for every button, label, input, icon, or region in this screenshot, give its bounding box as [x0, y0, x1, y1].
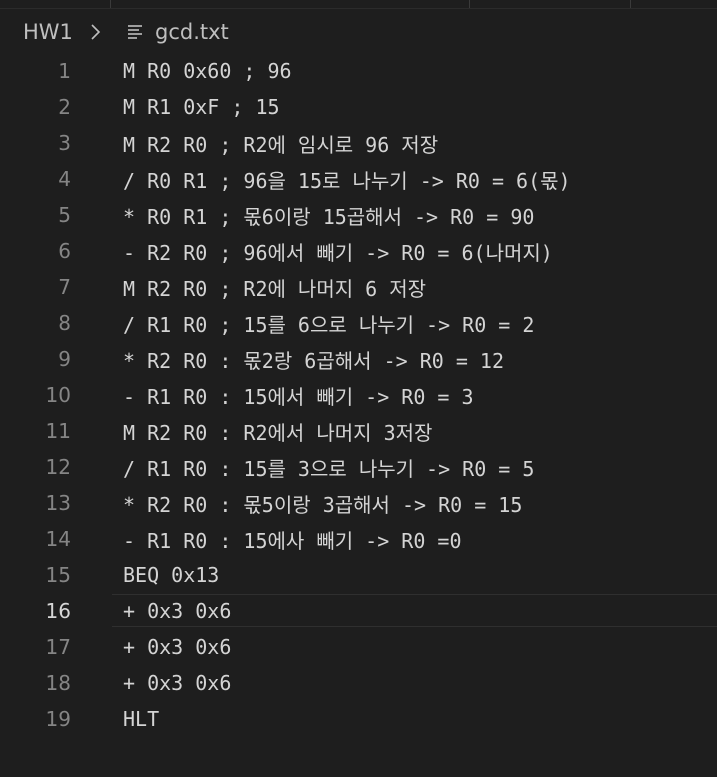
- line-text[interactable]: M R1 0xF ; 15: [123, 95, 280, 119]
- line-text[interactable]: - R1 R0 : 15에서 빼기 -> R0 = 3: [123, 381, 474, 410]
- line-number: 16: [45, 599, 71, 623]
- breadcrumb-folder[interactable]: HW1: [23, 20, 73, 44]
- code-line[interactable]: 7 M R2 R0 ; R2에 나머지 6 저장: [0, 269, 717, 305]
- line-number: 12: [45, 455, 71, 479]
- line-number: 15: [45, 563, 71, 587]
- breadcrumb: HW1 gcd.txt: [0, 14, 717, 50]
- code-editor[interactable]: 1 M R0 0x60 ; 96 2 M R1 0xF ; 15 3 M R2 R0 ; …: [0, 53, 717, 737]
- code-line[interactable]: 6 - R2 R0 ; 96에서 빼기 -> R0 = 6(나머지): [0, 233, 717, 269]
- code-line[interactable]: 2 M R1 0xF ; 15: [0, 89, 717, 125]
- line-text[interactable]: + 0x3 0x6: [123, 671, 231, 695]
- line-text[interactable]: * R2 R0 : 몫5이랑 3곱해서 -> R0 = 15: [123, 489, 522, 518]
- text-file-icon: [128, 25, 142, 39]
- code-line[interactable]: 5 * R0 R1 ; 몫6이랑 15곱해서 -> R0 = 90: [0, 197, 717, 233]
- line-text[interactable]: * R0 R1 ; 몫6이랑 15곱해서 -> R0 = 90: [123, 201, 534, 230]
- tab-bar-edge: [0, 0, 717, 9]
- code-line[interactable]: 1 M R0 0x60 ; 96: [0, 53, 717, 89]
- line-number: 10: [45, 383, 71, 407]
- code-line[interactable]: 18 + 0x3 0x6: [0, 665, 717, 701]
- code-line[interactable]: 10 - R1 R0 : 15에서 빼기 -> R0 = 3: [0, 377, 717, 413]
- line-text[interactable]: M R2 R0 ; R2에 임시로 96 저장: [123, 129, 438, 158]
- code-line[interactable]: 12 / R1 R0 : 15를 3으로 나누기 -> R0 = 5: [0, 449, 717, 485]
- tab-divider: [469, 0, 470, 8]
- code-line[interactable]: 16 + 0x3 0x6: [0, 593, 717, 629]
- code-line[interactable]: 15 BEQ 0x13: [0, 557, 717, 593]
- line-number: 17: [45, 635, 71, 659]
- tab-divider: [630, 0, 631, 8]
- line-number: 19: [45, 707, 71, 731]
- line-number: 8: [58, 311, 71, 335]
- line-number: 13: [45, 491, 71, 515]
- line-text[interactable]: * R2 R0 : 몫2랑 6곱해서 -> R0 = 12: [123, 345, 504, 374]
- line-text[interactable]: HLT: [123, 707, 159, 731]
- line-number: 1: [58, 59, 71, 83]
- breadcrumb-file[interactable]: gcd.txt: [155, 20, 229, 44]
- code-line[interactable]: 17 + 0x3 0x6: [0, 629, 717, 665]
- code-line[interactable]: 19 HLT: [0, 701, 717, 737]
- line-text[interactable]: + 0x3 0x6: [123, 635, 231, 659]
- line-number: 11: [45, 419, 71, 443]
- line-text[interactable]: M R2 R0 : R2에서 나머지 3저장: [123, 417, 432, 446]
- code-line[interactable]: 8 / R1 R0 ; 15를 6으로 나누기 -> R0 = 2: [0, 305, 717, 341]
- line-number: 3: [58, 131, 71, 155]
- code-line[interactable]: 4 / R0 R1 ; 96을 15로 나누기 -> R0 = 6(몫): [0, 161, 717, 197]
- line-text[interactable]: BEQ 0x13: [123, 563, 219, 587]
- line-number: 4: [58, 167, 71, 191]
- chevron-right-icon: [91, 24, 101, 40]
- line-text[interactable]: / R0 R1 ; 96을 15로 나누기 -> R0 = 6(몫): [123, 165, 571, 194]
- code-line[interactable]: 14 - R1 R0 : 15에사 빼기 -> R0 =0: [0, 521, 717, 557]
- line-number: 6: [58, 239, 71, 263]
- code-line[interactable]: 9 * R2 R0 : 몫2랑 6곱해서 -> R0 = 12: [0, 341, 717, 377]
- line-text[interactable]: / R1 R0 : 15를 3으로 나누기 -> R0 = 5: [123, 453, 534, 482]
- line-text[interactable]: + 0x3 0x6: [123, 599, 231, 623]
- line-text[interactable]: - R2 R0 ; 96에서 빼기 -> R0 = 6(나머지): [123, 237, 553, 266]
- code-line[interactable]: 3 M R2 R0 ; R2에 임시로 96 저장: [0, 125, 717, 161]
- line-number: 5: [58, 203, 71, 227]
- line-text[interactable]: - R1 R0 : 15에사 빼기 -> R0 =0: [123, 525, 462, 554]
- tab-divider: [110, 0, 111, 8]
- line-number: 18: [45, 671, 71, 695]
- code-line[interactable]: 11 M R2 R0 : R2에서 나머지 3저장: [0, 413, 717, 449]
- line-number: 2: [58, 95, 71, 119]
- line-number: 9: [58, 347, 71, 371]
- line-number: 14: [45, 527, 71, 551]
- line-text[interactable]: M R2 R0 ; R2에 나머지 6 저장: [123, 273, 426, 302]
- line-text[interactable]: / R1 R0 ; 15를 6으로 나누기 -> R0 = 2: [123, 309, 534, 338]
- line-number: 7: [58, 275, 71, 299]
- code-line[interactable]: 13 * R2 R0 : 몫5이랑 3곱해서 -> R0 = 15: [0, 485, 717, 521]
- line-text[interactable]: M R0 0x60 ; 96: [123, 59, 292, 83]
